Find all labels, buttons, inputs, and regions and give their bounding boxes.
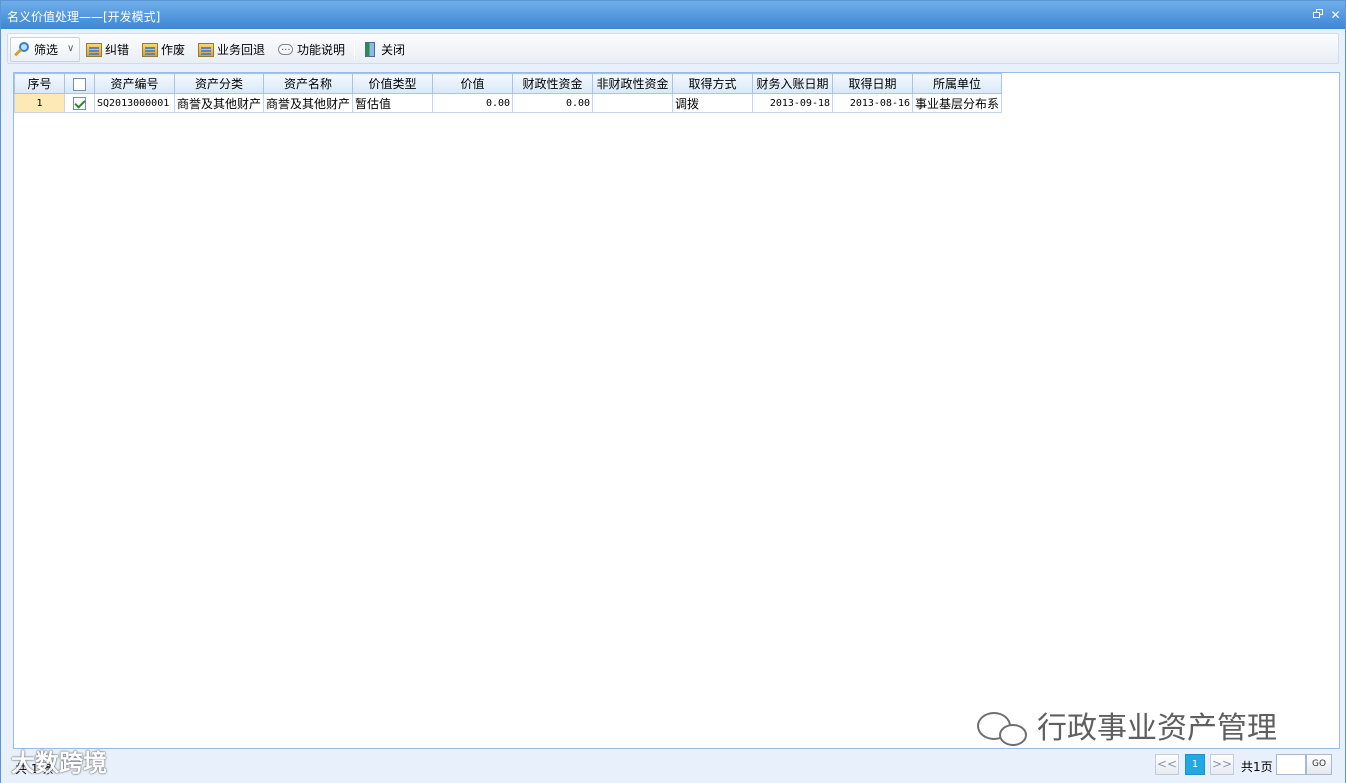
column-header-value-type[interactable]: 价值类型 [352,73,434,94]
column-header-non-fiscal-funds[interactable]: 非财政性资金 [592,73,674,94]
speech-bubble-icon [278,40,293,62]
cell-unit: 事业基层分布系 [912,93,1003,113]
column-header-index[interactable]: 序号 [14,73,65,94]
filter-button[interactable]: 筛选 ∨ [10,37,80,62]
column-header-asset-code[interactable]: 资产编号 [94,73,175,94]
void-label: 作废 [161,43,186,57]
restore-window-button[interactable] [1313,9,1326,21]
document-icon [86,43,102,57]
column-header-value[interactable]: 价值 [432,73,514,94]
cell-acquire-date: 2013-08-16 [832,93,914,113]
column-header-acquire-date[interactable]: 取得日期 [832,73,914,94]
cell-fiscal-funds: 0.00 [512,93,594,113]
document-icon [142,43,158,57]
current-page-button[interactable]: 1 [1185,754,1205,775]
status-bar: 共 1 条 << 1 >> 共1页 GO [1,751,1345,783]
cell-index: 1 [14,93,65,113]
watermark: 行政事业资产管理 [977,703,1277,746]
exit-door-icon [365,42,375,57]
asset-table: 序号 资产编号 资产分类 资产名称 价值类型 价值 财政性资金 非财政性资金 取… [14,73,1003,113]
column-header-fiscal-funds[interactable]: 财政性资金 [512,73,594,94]
go-button[interactable]: GO [1306,754,1332,775]
column-header-asset-category[interactable]: 资产分类 [173,73,265,94]
watermark-text: 行政事业资产管理 [1037,711,1277,746]
total-pages: 共1页 [1241,760,1273,774]
main-window: 名义价值处理——[开发模式] ✕ 筛选 ∨ 纠错 作废 业务回退 功能说明 [0,0,1346,783]
column-header-select-all[interactable] [64,73,95,94]
wechat-icon [977,711,1029,748]
table-row[interactable]: 1 SQ2013000001 商誉及其他财产 商誉及其他财产 暂估值 0.00 … [14,93,1003,113]
table-header-row: 序号 资产编号 资产分类 资产名称 价值类型 价值 财政性资金 非财政性资金 取… [14,73,1003,94]
close-window-button[interactable]: ✕ [1329,9,1342,21]
cell-asset-code: SQ2013000001 [94,93,175,113]
select-all-checkbox[interactable] [73,77,86,91]
next-page-button[interactable]: >> [1210,754,1234,775]
toolbar-separator [354,38,355,60]
page-number-input[interactable] [1276,754,1306,775]
column-header-asset-name[interactable]: 资产名称 [263,73,354,94]
cell-asset-category: 商誉及其他财产 [173,93,265,113]
restore-window-icon [1313,9,1324,19]
chevron-down-icon[interactable]: ∨ [67,36,74,61]
window-title: 名义价值处理——[开发模式] [7,10,161,24]
document-icon [198,43,214,57]
title-bar: 名义价值处理——[开发模式] ✕ [1,1,1345,29]
cell-select[interactable] [64,93,95,113]
cell-acquire-method: 调拨 [672,93,754,113]
rollback-label: 业务回退 [217,43,266,57]
row-checkbox[interactable] [73,97,86,110]
cell-asset-name: 商誉及其他财产 [263,93,354,113]
toolbar: 筛选 ∨ 纠错 作废 业务回退 功能说明 关闭 [7,33,1339,64]
prev-page-button[interactable]: << [1155,754,1179,775]
corner-watermark: 大数跨境 [11,749,107,777]
close-label: 关闭 [381,43,406,57]
column-header-acquire-method[interactable]: 取得方式 [672,73,754,94]
search-icon-handle [14,48,22,57]
column-header-unit[interactable]: 所属单位 [912,73,1003,94]
column-header-finance-entry-date[interactable]: 财务入账日期 [752,73,834,94]
data-grid: 序号 资产编号 资产分类 资产名称 价值类型 价值 财政性资金 非财政性资金 取… [13,72,1340,749]
cell-value: 0.00 [432,93,514,113]
help-label: 功能说明 [297,43,346,57]
filter-label: 筛选 [34,43,59,57]
cell-value-type: 暂估值 [352,93,434,113]
cell-non-fiscal-funds [592,93,674,113]
correct-label: 纠错 [105,43,130,57]
cell-finance-entry-date: 2013-09-18 [752,93,834,113]
